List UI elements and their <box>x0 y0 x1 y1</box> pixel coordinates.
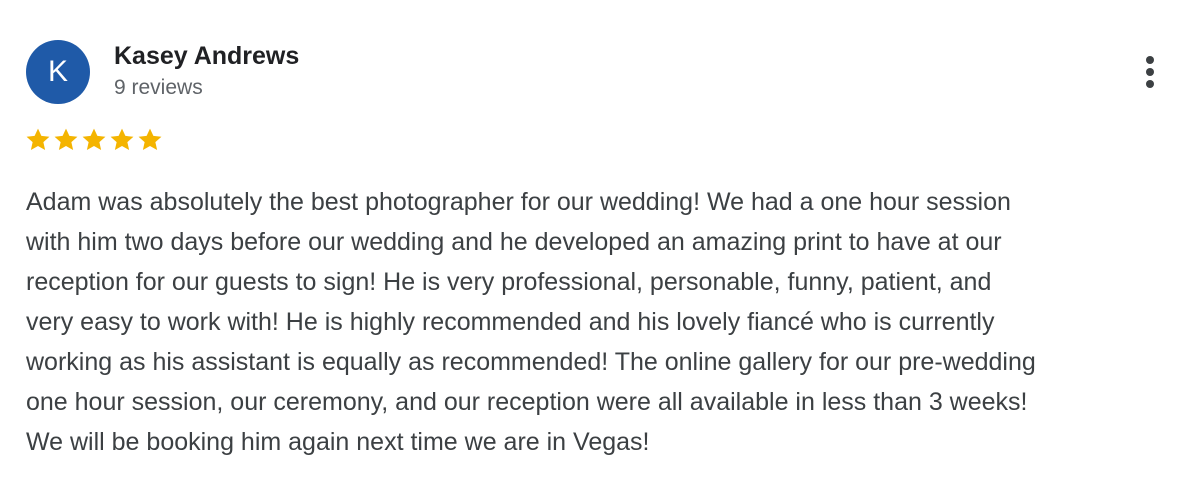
review-text-line: with him two days before our wedding and… <box>26 228 1002 256</box>
review-text-line: very easy to work with! He is highly rec… <box>26 308 995 336</box>
star-icon <box>110 128 134 151</box>
star-icon <box>26 128 50 151</box>
star-icon <box>138 128 162 151</box>
star-icon <box>54 128 78 151</box>
review-text-line: We will be booking him again next time w… <box>26 428 650 456</box>
review-card: K Kasey Andrews 9 reviews Adam was absol… <box>0 0 1200 491</box>
star-rating <box>24 126 164 154</box>
more-vert-icon <box>1146 56 1154 88</box>
more-options-button[interactable] <box>1134 52 1166 92</box>
reviewer-name[interactable]: Kasey Andrews <box>114 40 299 72</box>
avatar[interactable]: K <box>26 40 90 104</box>
review-text-line: Adam was absolutely the best photographe… <box>26 188 1011 216</box>
review-count[interactable]: 9 reviews <box>114 74 203 102</box>
review-text-line: reception for our guests to sign! He is … <box>26 268 992 296</box>
review-text: Adam was absolutely the best photographe… <box>26 182 1186 462</box>
star-icon <box>82 128 106 151</box>
review-text-line: one hour session, our ceremony, and our … <box>26 388 1028 416</box>
review-text-line: working as his assistant is equally as r… <box>26 348 1036 376</box>
